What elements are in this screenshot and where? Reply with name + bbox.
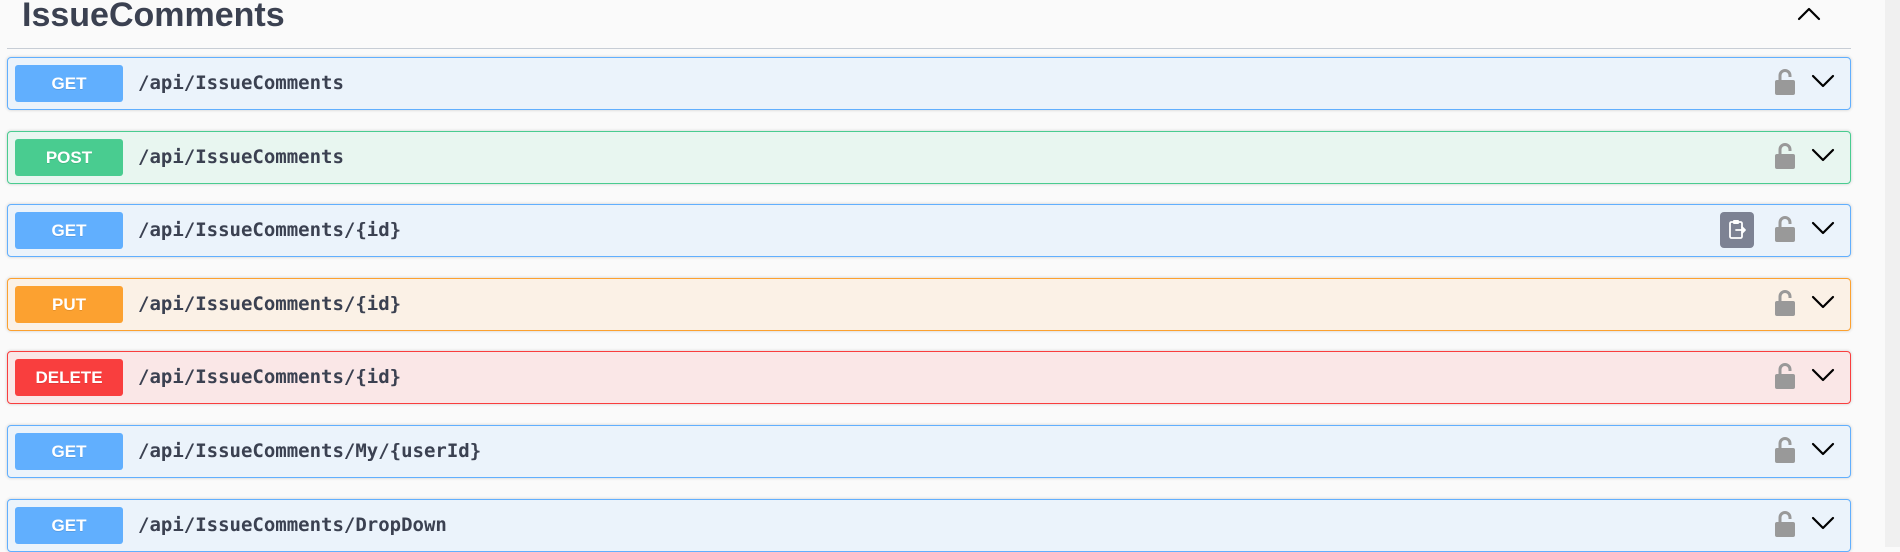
chevron-down-icon[interactable] [1808,292,1838,312]
chevron-down-icon[interactable] [1808,365,1838,385]
unlocked-padlock-icon[interactable] [1774,68,1796,96]
collapse-tag-button[interactable] [1787,0,1831,30]
method-badge: GET [15,212,123,249]
chevron-down-icon[interactable] [1808,439,1838,459]
method-badge: PUT [15,286,123,323]
operation-post-issuecomments[interactable]: POST /api/IssueComments [7,131,1851,184]
method-badge: GET [15,507,123,544]
unlocked-padlock-icon[interactable] [1774,510,1796,538]
unlocked-padlock-icon[interactable] [1774,289,1796,317]
unlocked-padlock-icon[interactable] [1774,142,1796,170]
operation-path: /api/IssueComments [138,72,344,94]
operation-path: /api/IssueComments/My/{userId} [138,440,482,462]
copy-to-clipboard-button[interactable] [1720,212,1754,248]
tag-title: IssueComments [22,0,285,34]
operation-get-issuecomments-dropdown[interactable]: GET /api/IssueComments/DropDown [7,499,1851,552]
operation-get-issuecomments[interactable]: GET /api/IssueComments [7,57,1851,110]
copy-to-clipboard-icon [1729,220,1746,239]
chevron-down-icon[interactable] [1808,71,1838,91]
unlocked-padlock-icon[interactable] [1774,436,1796,464]
chevron-down-icon[interactable] [1808,145,1838,165]
method-badge: POST [15,139,123,176]
operation-get-my-issuecomments[interactable]: GET /api/IssueComments/My/{userId} [7,425,1851,478]
operation-path: /api/IssueComments [138,146,344,168]
method-badge: GET [15,433,123,470]
chevron-down-icon[interactable] [1808,218,1838,238]
operation-path: /api/IssueComments/{id} [138,293,402,315]
operation-path: /api/IssueComments/{id} [138,366,402,388]
operation-delete-issuecomment-by-id[interactable]: DELETE /api/IssueComments/{id} [7,351,1851,404]
chevron-down-icon[interactable] [1808,513,1838,533]
operation-get-issuecomment-by-id[interactable]: GET /api/IssueComments/{id} [7,204,1851,257]
operation-put-issuecomment-by-id[interactable]: PUT /api/IssueComments/{id} [7,278,1851,331]
page-scrollbar-gutter[interactable] [1885,0,1900,547]
chevron-up-icon [1797,7,1821,21]
swagger-page: IssueComments GET /api/IssueComments POS… [0,0,1885,552]
unlocked-padlock-icon[interactable] [1774,215,1796,243]
unlocked-padlock-icon[interactable] [1774,362,1796,390]
method-badge: DELETE [15,359,123,396]
method-badge: GET [15,65,123,102]
operation-path: /api/IssueComments/{id} [138,219,402,241]
tag-section-header[interactable]: IssueComments [7,0,1851,49]
operation-path: /api/IssueComments/DropDown [138,514,447,536]
